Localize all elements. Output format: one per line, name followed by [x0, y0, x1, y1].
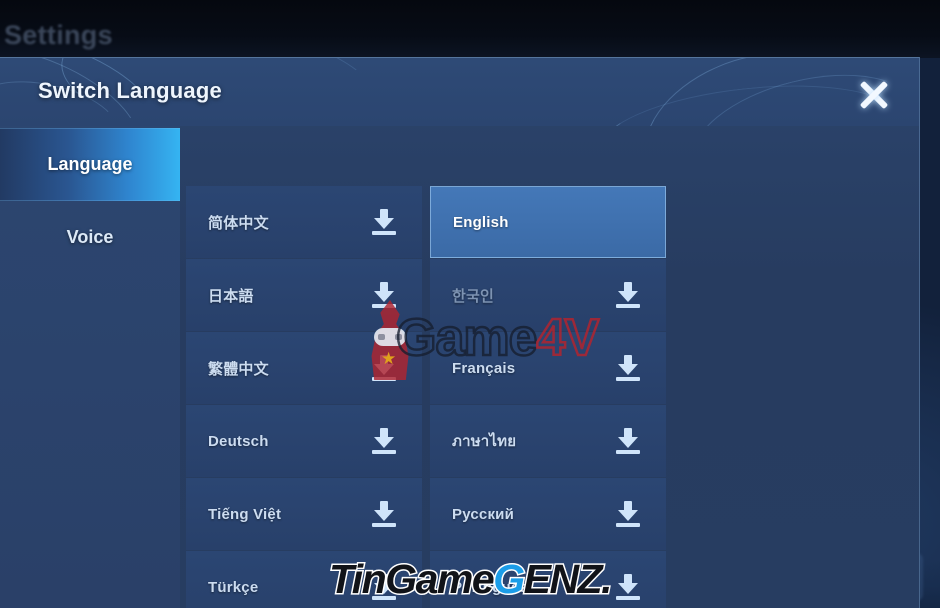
download-icon[interactable]: [372, 574, 396, 600]
dialog-content: 简体中文 English 日本語 한국인 繁體中文 Français Deutsch ภาษา…: [180, 126, 919, 608]
close-icon[interactable]: [851, 72, 897, 118]
sidebar-item-label: Voice: [66, 227, 114, 247]
language-cell-label: 日本語: [208, 287, 254, 305]
language-cell[interactable]: Deutsch: [186, 405, 422, 477]
language-grid: 简体中文 English 日本語 한국인 繁體中文 Français Deutsch ภาษา…: [186, 186, 914, 608]
background-top-bar: [0, 0, 940, 58]
language-cell[interactable]: 日本語: [186, 259, 422, 331]
language-cell-label: 简体中文: [208, 214, 269, 232]
language-cell-label: Français: [452, 359, 516, 377]
language-cell-label: Türkçe: [208, 578, 259, 596]
download-icon[interactable]: [372, 209, 396, 235]
language-cell-label: Tiếng Việt: [208, 505, 282, 523]
download-icon[interactable]: [616, 282, 640, 308]
language-cell-label: Deutsch: [208, 432, 269, 450]
language-cell[interactable]: 繁體中文: [186, 332, 422, 404]
language-cell[interactable]: English: [430, 186, 666, 258]
language-cell[interactable]: 한국인: [430, 259, 666, 331]
language-cell-label: 繁體中文: [208, 360, 269, 378]
background-page-title: Settings: [4, 20, 113, 50]
language-cell[interactable]: Türkçe: [186, 551, 422, 608]
switch-language-dialog: Switch Language Language Voice 简体中文 Engli…: [0, 57, 920, 608]
language-cell[interactable]: Русский: [430, 478, 666, 550]
screen-root: Settings Language: English Log Out Switc…: [0, 0, 940, 608]
download-icon[interactable]: [372, 501, 396, 527]
dialog-title: Switch Language: [38, 78, 222, 103]
language-cell[interactable]: ภาษาไทย: [430, 405, 666, 477]
language-cell-label: Русский: [452, 505, 515, 523]
language-cell[interactable]: Português: [430, 551, 666, 608]
download-icon[interactable]: [616, 355, 640, 381]
language-cell-label: 한국인: [452, 287, 495, 305]
dialog-sidebar: Language Voice: [0, 126, 180, 608]
sidebar-item-language[interactable]: Language: [0, 128, 180, 201]
language-cell[interactable]: 简体中文: [186, 186, 422, 258]
language-cell[interactable]: Français: [430, 332, 666, 404]
download-icon[interactable]: [616, 501, 640, 527]
sidebar-item-voice[interactable]: Voice: [0, 201, 180, 274]
download-icon[interactable]: [616, 428, 640, 454]
download-icon[interactable]: [372, 428, 396, 454]
language-cell-label: Português: [452, 578, 528, 596]
language-cell-label: ภาษาไทย: [452, 433, 517, 450]
download-icon[interactable]: [372, 282, 396, 308]
language-cell[interactable]: Tiếng Việt: [186, 478, 422, 550]
sidebar-item-label: Language: [47, 154, 133, 174]
language-cell-label: English: [453, 213, 509, 231]
download-icon[interactable]: [616, 574, 640, 600]
download-icon[interactable]: [372, 355, 396, 381]
